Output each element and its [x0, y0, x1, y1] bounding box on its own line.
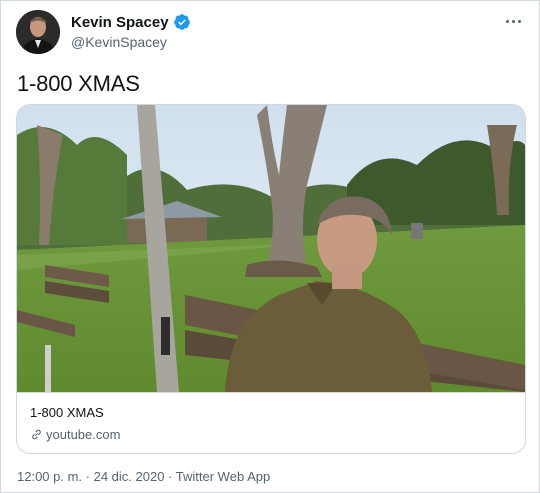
author-avatar[interactable]	[16, 10, 60, 54]
tweet-text: 1-800 XMAS	[17, 71, 140, 96]
tweet-source: Twitter Web App	[175, 469, 271, 484]
more-dot-icon	[517, 19, 521, 23]
tweet-metadata: 12:00 p. m. · 24 dic. 2020 · Twitter Web…	[17, 469, 270, 484]
avatar-photo-icon	[16, 10, 60, 54]
author-name-row[interactable]: Kevin Spacey	[71, 13, 191, 31]
more-dot-icon	[511, 19, 515, 23]
tweet-time-link[interactable]: 12:00 p. m.	[17, 469, 82, 484]
tweet-card: Kevin Spacey @KevinSpacey 1-800 XMAS 1-8…	[0, 0, 540, 493]
card-domain[interactable]: youtube.com	[30, 427, 120, 442]
verified-badge-icon	[173, 14, 190, 30]
author-handle[interactable]: @KevinSpacey	[71, 34, 167, 50]
card-title[interactable]: 1-800 XMAS	[30, 405, 104, 420]
tweet-date-link[interactable]: 24 dic. 2020	[94, 469, 165, 484]
card-domain-text: youtube.com	[46, 427, 121, 442]
more-options-button[interactable]	[501, 11, 525, 31]
meta-separator: ·	[82, 469, 94, 484]
meta-separator: ·	[164, 469, 176, 484]
link-card[interactable]: 1-800 XMAS youtube.com	[16, 104, 526, 454]
video-thumbnail-image-icon	[17, 105, 525, 392]
video-thumbnail[interactable]	[17, 105, 525, 393]
more-dot-icon	[505, 19, 509, 23]
link-icon	[32, 429, 41, 440]
author-display-name[interactable]: Kevin Spacey	[71, 14, 169, 31]
